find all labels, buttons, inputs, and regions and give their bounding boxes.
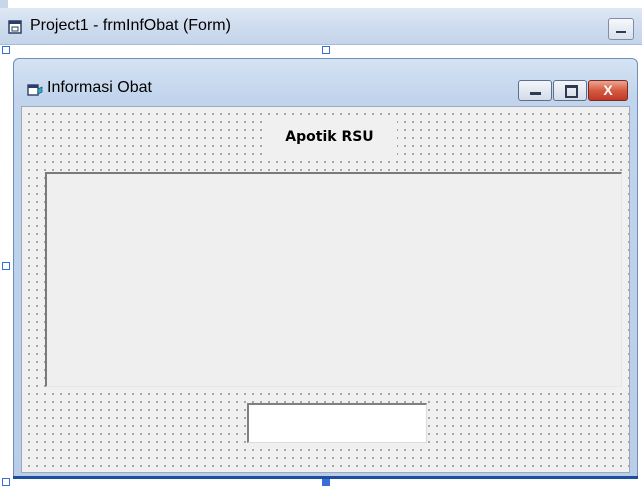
designer-minimize-button[interactable]: [608, 18, 634, 40]
caption-buttons: X: [518, 80, 628, 102]
vb-form-icon: [27, 84, 43, 96]
form-client-area[interactable]: Apotik RSU: [21, 106, 630, 473]
form-bottom-border: [13, 476, 638, 479]
search-textbox[interactable]: [247, 403, 427, 443]
minimize-icon: [530, 92, 541, 95]
close-button[interactable]: X: [588, 80, 628, 101]
form-title: Informasi Obat: [47, 79, 152, 96]
selection-handle-top-middle[interactable]: [322, 46, 330, 54]
top-edge-strip: [0, 0, 8, 8]
designer-titlebar[interactable]: Project1 - frmInfObat (Form): [0, 8, 642, 45]
close-icon: X: [603, 82, 613, 98]
selection-handle-middle-left[interactable]: [2, 262, 10, 270]
maximize-icon: [565, 85, 578, 98]
form-informasi-obat: Informasi Obat X Apotik RSU: [13, 58, 638, 478]
minimize-button[interactable]: [518, 80, 552, 101]
form-titlebar[interactable]: Informasi Obat X: [14, 59, 637, 103]
medicine-list[interactable]: [45, 172, 622, 387]
selection-handle-top-left[interactable]: [2, 46, 10, 54]
header-label: Apotik RSU: [262, 115, 397, 157]
form-designer-icon: [8, 20, 22, 34]
designer-title: Project1 - frmInfObat (Form): [30, 17, 231, 34]
maximize-button[interactable]: [553, 80, 587, 101]
